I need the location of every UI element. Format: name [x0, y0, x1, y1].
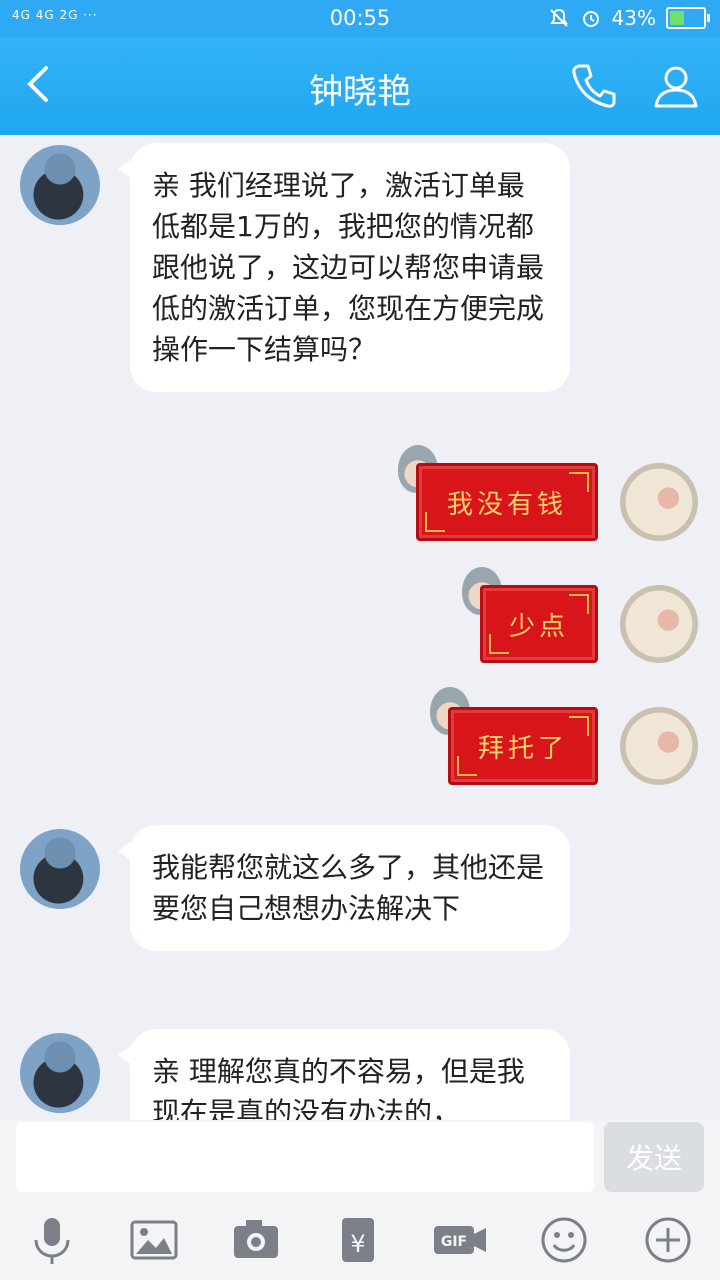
mic-icon[interactable] [22, 1210, 82, 1270]
my-avatar[interactable] [620, 585, 698, 663]
status-right: 43% [548, 6, 710, 30]
message-bubble[interactable]: 我能帮您就这么多了，其他还是要您自己想想办法解决下 [118, 825, 570, 951]
sticker-text: 少点 [480, 585, 598, 663]
mute-icon [549, 8, 568, 27]
battery-icon [666, 7, 710, 29]
message-bubble[interactable]: 亲 理解您真的不容易，但是我现在是真的没有办法的， [118, 1029, 570, 1120]
message-input[interactable] [16, 1122, 594, 1192]
contact-avatar[interactable] [20, 1033, 100, 1113]
battery-percent: 43% [611, 6, 656, 30]
contact-avatar[interactable] [20, 829, 100, 909]
svg-text:GIF: GIF [441, 1234, 467, 1250]
my-avatar[interactable] [620, 463, 698, 541]
gif-icon[interactable]: GIF [430, 1210, 490, 1270]
status-bar: 4G 4G 2G ··· 00:55 43% [0, 0, 720, 38]
message-list[interactable]: 亲 我们经理说了，激活订单最低都是1万的，我把您的情况都跟他说了，这边可以帮您申… [0, 135, 720, 1120]
message-bubble[interactable]: 亲 我们经理说了，激活订单最低都是1万的，我把您的情况都跟他说了，这边可以帮您申… [118, 143, 570, 392]
alarm-icon [582, 11, 599, 27]
sticker-text: 我没有钱 [416, 463, 598, 541]
phone-icon[interactable] [568, 60, 620, 112]
camera-icon[interactable] [226, 1210, 286, 1270]
my-avatar[interactable] [620, 707, 698, 785]
emoji-icon[interactable] [534, 1210, 594, 1270]
chat-header: 钟晓艳 [0, 38, 720, 135]
image-icon[interactable] [124, 1210, 184, 1270]
sticker-text: 拜托了 [448, 707, 598, 785]
svg-text:¥: ¥ [350, 1230, 365, 1258]
red-packet-icon[interactable]: ¥ [328, 1210, 388, 1270]
send-button[interactable]: 发送 [604, 1122, 704, 1192]
plus-icon[interactable] [638, 1210, 698, 1270]
contact-avatar[interactable] [20, 145, 100, 225]
profile-icon[interactable] [650, 60, 702, 112]
input-bar: 发送 ¥ GIF [0, 1120, 720, 1280]
